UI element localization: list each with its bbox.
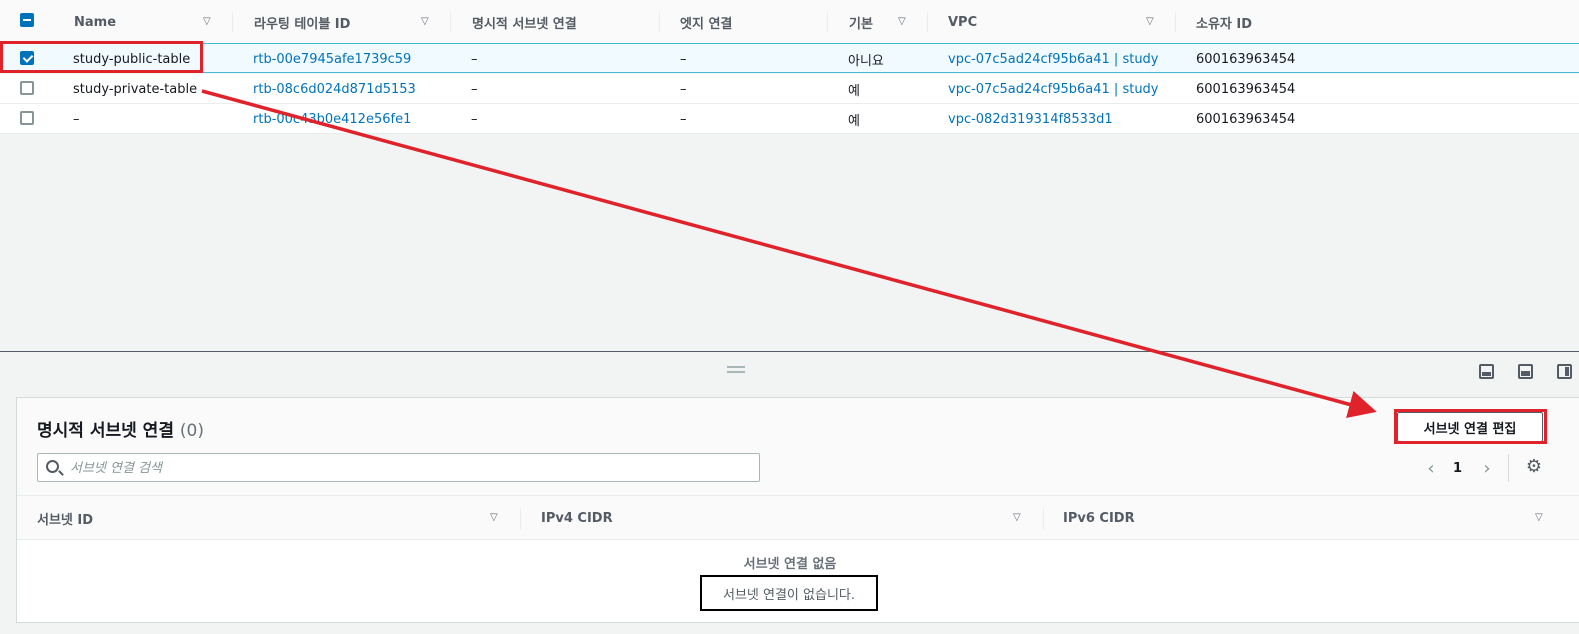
column-header-ipv6-cidr[interactable]: IPv6 CIDR bbox=[1063, 496, 1135, 540]
explicit-subnet-associations-panel: 명시적 서브넷 연결 (0) 서브넷 연결 편집 ‹ 1 › ⚙ 서브넷 ID … bbox=[16, 397, 1579, 623]
column-header-edge[interactable]: 엣지 연결 bbox=[660, 0, 828, 44]
explicit-subnet-value: – bbox=[471, 51, 478, 67]
sort-caret-icon[interactable]: ▽ bbox=[898, 16, 906, 27]
sort-caret-icon[interactable]: ▽ bbox=[203, 16, 211, 27]
main-value: 아니요 bbox=[848, 53, 884, 69]
explicit-subnet-value: – bbox=[471, 81, 478, 97]
search-field[interactable] bbox=[37, 453, 760, 482]
search-input[interactable] bbox=[70, 458, 750, 478]
explicit-subnet-value: – bbox=[471, 111, 478, 127]
sort-caret-icon[interactable]: ▽ bbox=[1535, 512, 1543, 523]
edge-value: – bbox=[680, 111, 687, 127]
column-header-explicit-subnet[interactable]: 명시적 서브넷 연결 bbox=[451, 0, 660, 44]
empty-state-title: 서브넷 연결 없음 bbox=[743, 557, 837, 572]
column-header-subnet-id[interactable]: 서브넷 ID bbox=[37, 496, 93, 540]
route-tables-table: Name ▽ 라우팅 테이블 ID ▽ 명시적 서브넷 연결 엣지 연결 기본 … bbox=[0, 0, 1579, 352]
column-header-main[interactable]: 기본 ▽ bbox=[828, 0, 928, 44]
annotation-highlight-button bbox=[1394, 409, 1547, 444]
main-value: 예 bbox=[848, 113, 860, 129]
panel-header: 명시적 서브넷 연결 (0) 서브넷 연결 편집 ‹ 1 › ⚙ bbox=[17, 398, 1579, 496]
row-name: study-private-table bbox=[73, 81, 198, 97]
select-all-checkbox[interactable] bbox=[20, 13, 34, 27]
vpc-link[interactable]: vpc-07c5ad24cf95b6a41 | study bbox=[948, 74, 1159, 104]
column-header-vpc[interactable]: VPC ▽ bbox=[928, 0, 1176, 44]
drag-handle-icon[interactable] bbox=[727, 366, 745, 373]
split-side-icon[interactable] bbox=[1557, 364, 1572, 379]
table-header: Name ▽ 라우팅 테이블 ID ▽ 명시적 서브넷 연결 엣지 연결 기본 … bbox=[0, 0, 1579, 44]
column-divider[interactable] bbox=[520, 508, 521, 530]
table-row[interactable]: study-private-table rtb-08c6d024d871d515… bbox=[0, 74, 1579, 104]
column-header-route-table-id[interactable]: 라우팅 테이블 ID ▽ bbox=[233, 0, 451, 44]
route-table-id-link[interactable]: rtb-00c43b0e412e56fe1 bbox=[253, 104, 411, 134]
owner-id-value: 600163963454 bbox=[1196, 51, 1296, 67]
vpc-link[interactable]: vpc-082d319314f8533d1 bbox=[948, 104, 1113, 134]
sort-caret-icon[interactable]: ▽ bbox=[421, 16, 429, 27]
edge-value: – bbox=[680, 51, 687, 67]
chevron-right-icon[interactable]: › bbox=[1477, 456, 1497, 480]
split-bottom-icon[interactable] bbox=[1479, 364, 1494, 379]
owner-id-value: 600163963454 bbox=[1196, 111, 1296, 127]
empty-state-description: 서브넷 연결이 없습니다. bbox=[700, 575, 878, 611]
sort-caret-icon[interactable]: ▽ bbox=[1013, 512, 1021, 523]
table-row[interactable]: study-public-table rtb-00e7945afe1739c59… bbox=[0, 43, 1579, 73]
route-table-id-link[interactable]: rtb-00e7945afe1739c59 bbox=[253, 44, 411, 74]
sort-caret-icon[interactable]: ▽ bbox=[490, 512, 498, 523]
route-table-id-link[interactable]: rtb-08c6d024d871d5153 bbox=[253, 74, 416, 104]
chevron-left-icon[interactable]: ‹ bbox=[1421, 456, 1441, 480]
column-header-name[interactable]: Name ▽ bbox=[55, 0, 233, 44]
row-checkbox[interactable] bbox=[20, 111, 34, 125]
sort-caret-icon[interactable]: ▽ bbox=[1146, 16, 1154, 27]
split-full-icon[interactable] bbox=[1518, 364, 1533, 379]
annotation-highlight-row bbox=[0, 41, 203, 73]
gear-icon[interactable]: ⚙ bbox=[1525, 458, 1543, 476]
row-name: – bbox=[73, 111, 80, 127]
column-header-owner-id[interactable]: 소유자 ID bbox=[1176, 0, 1579, 44]
owner-id-value: 600163963454 bbox=[1196, 81, 1296, 97]
column-divider[interactable] bbox=[1043, 508, 1044, 530]
panel-count: (0) bbox=[179, 421, 204, 441]
main-value: 예 bbox=[848, 83, 860, 99]
table-row[interactable]: – rtb-00c43b0e412e56fe1 – – 예 vpc-082d31… bbox=[0, 104, 1579, 134]
panel-title-text: 명시적 서브넷 연결 bbox=[37, 421, 174, 441]
subnet-table-header bbox=[17, 496, 1579, 540]
search-icon bbox=[46, 460, 59, 473]
edge-value: – bbox=[680, 81, 687, 97]
column-header-ipv4-cidr[interactable]: IPv4 CIDR bbox=[541, 496, 613, 540]
row-checkbox[interactable] bbox=[20, 81, 34, 95]
page-number[interactable]: 1 bbox=[1453, 456, 1465, 480]
vpc-link[interactable]: vpc-07c5ad24cf95b6a41 | study bbox=[948, 44, 1159, 74]
pager-divider bbox=[1508, 454, 1509, 482]
panel-title: 명시적 서브넷 연결 (0) bbox=[37, 416, 204, 441]
